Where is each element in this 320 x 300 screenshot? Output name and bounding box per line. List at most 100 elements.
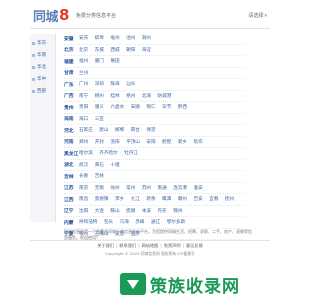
city-link[interactable]: 无锡: [95, 185, 104, 191]
province-link[interactable]: 安徽: [64, 35, 79, 42]
city-link[interactable]: 珠海: [110, 81, 119, 87]
city-link[interactable]: 连云港: [173, 185, 187, 191]
province-link[interactable]: 北京: [64, 46, 79, 53]
city-link[interactable]: 南宁: [79, 93, 88, 99]
province-link[interactable]: 江苏: [64, 184, 79, 191]
city-link[interactable]: 宜春: [209, 196, 218, 202]
city-link[interactable]: 安阳: [146, 139, 155, 145]
city-link[interactable]: 十堰: [110, 162, 119, 168]
city-link[interactable]: 黄石: [95, 162, 104, 168]
city-link[interactable]: 福州: [79, 58, 88, 64]
region-selector[interactable]: 请选择▾: [248, 12, 267, 19]
city-link[interactable]: 蚌埠: [95, 35, 104, 41]
city-link[interactable]: 柳州: [95, 93, 104, 99]
city-link[interactable]: 邯郸: [115, 127, 124, 133]
city-link[interactable]: 保定: [146, 127, 155, 133]
city-link[interactable]: 景德镇: [95, 196, 109, 202]
city-link[interactable]: 石家庄: [79, 127, 93, 133]
city-link[interactable]: 洛阳: [110, 139, 119, 145]
city-link[interactable]: 南昌: [79, 196, 88, 202]
province-link[interactable]: 黑龙江: [64, 150, 79, 157]
city-link[interactable]: 萍乡: [115, 196, 124, 202]
city-link[interactable]: 新乡: [178, 139, 187, 145]
sidebar-item[interactable]: 华南: [30, 49, 55, 61]
city-link[interactable]: 开封: [95, 139, 104, 145]
province-link[interactable]: 河北: [64, 127, 79, 134]
city-link[interactable]: 吉安: [194, 196, 203, 202]
sidebar-item[interactable]: 华中: [30, 73, 55, 85]
city-link[interactable]: 南通: [158, 185, 167, 191]
city-link[interactable]: 防城港: [158, 93, 172, 99]
city-link[interactable]: 深圳: [95, 81, 104, 87]
city-link[interactable]: 锦州: [173, 208, 182, 214]
city-link[interactable]: 齐齐哈尔: [99, 150, 117, 156]
city-link[interactable]: 六盘水: [110, 104, 124, 110]
city-link[interactable]: 亳州: [110, 35, 119, 41]
province-link[interactable]: 贵州: [64, 104, 79, 111]
city-link[interactable]: 常州: [126, 185, 135, 191]
city-link[interactable]: 淮安: [194, 185, 203, 191]
city-link[interactable]: 安庆: [79, 35, 88, 41]
city-link[interactable]: 鹰潭: [162, 196, 171, 202]
city-link[interactable]: 郑州: [79, 139, 88, 145]
footer-link[interactable]: 网站地图: [142, 243, 159, 248]
city-link[interactable]: 抚州: [225, 196, 234, 202]
city-link[interactable]: 贵阳: [79, 104, 88, 110]
city-link[interactable]: 乌海: [120, 219, 129, 225]
city-link[interactable]: 抚顺: [126, 208, 135, 214]
sidebar-item[interactable]: 西部: [30, 85, 55, 97]
city-link[interactable]: 北海: [142, 93, 151, 99]
footer-link[interactable]: 免责声明: [164, 243, 181, 248]
city-link[interactable]: 鹤壁: [162, 139, 171, 145]
city-link[interactable]: 邢台: [131, 127, 140, 133]
city-link[interactable]: 遵义: [95, 104, 104, 110]
city-link[interactable]: 滁州: [142, 35, 151, 41]
city-link[interactable]: 广州: [79, 81, 88, 87]
province-link[interactable]: 海南: [64, 115, 79, 122]
city-link[interactable]: 武汉: [79, 162, 88, 168]
footer-link[interactable]: 关于我们: [97, 243, 114, 248]
province-link[interactable]: 广东: [64, 81, 79, 88]
city-link[interactable]: 长春: [79, 173, 88, 179]
city-link[interactable]: 池州: [126, 35, 135, 41]
city-link[interactable]: 鞍山: [110, 208, 119, 214]
city-link[interactable]: 焦作: [194, 139, 203, 145]
footer-link[interactable]: 意见反馈: [186, 243, 203, 248]
province-link[interactable]: 甘肃: [64, 69, 79, 76]
province-link[interactable]: 河南: [64, 138, 79, 145]
city-link[interactable]: 东城: [95, 47, 104, 53]
province-link[interactable]: 内蒙: [64, 219, 79, 226]
city-link[interactable]: 本溪: [142, 208, 151, 214]
city-link[interactable]: 赤峰: [135, 219, 144, 225]
city-link[interactable]: 三亚: [95, 116, 104, 122]
province-link[interactable]: 湖北: [64, 161, 79, 168]
city-link[interactable]: 西城: [110, 47, 119, 53]
city-link[interactable]: 铜仁: [146, 104, 155, 110]
city-link[interactable]: 北京: [79, 47, 88, 53]
city-link[interactable]: 鄂尔多斯: [167, 219, 185, 225]
city-link[interactable]: 海淀: [142, 47, 151, 53]
city-link[interactable]: 汕头: [126, 81, 135, 87]
city-link[interactable]: 牡丹江: [124, 150, 138, 156]
city-link[interactable]: 呼和浩特: [79, 219, 97, 225]
city-link[interactable]: 海口: [79, 116, 88, 122]
city-link[interactable]: 丹东: [158, 208, 167, 214]
province-link[interactable]: 福建: [64, 58, 79, 65]
city-link[interactable]: 黔西: [178, 104, 187, 110]
city-link[interactable]: 吉林: [95, 173, 104, 179]
footer-link[interactable]: 联系我们: [119, 243, 136, 248]
city-link[interactable]: 安顺: [131, 104, 140, 110]
sidebar-item[interactable]: 华东: [30, 37, 55, 49]
sidebar-item[interactable]: 华北: [30, 61, 55, 73]
city-link[interactable]: 兰州: [79, 70, 88, 76]
province-link[interactable]: 江西: [64, 196, 79, 203]
city-link[interactable]: 毕节: [162, 104, 171, 110]
city-link[interactable]: 徐州: [110, 185, 119, 191]
city-link[interactable]: 梧州: [126, 93, 135, 99]
province-link[interactable]: 吉林: [64, 173, 79, 180]
city-link[interactable]: 新余: [146, 196, 155, 202]
province-link[interactable]: 辽宁: [64, 207, 79, 214]
city-link[interactable]: 包头: [104, 219, 113, 225]
city-link[interactable]: 苏州: [142, 185, 151, 191]
site-logo[interactable]: 同城 8: [33, 6, 69, 25]
